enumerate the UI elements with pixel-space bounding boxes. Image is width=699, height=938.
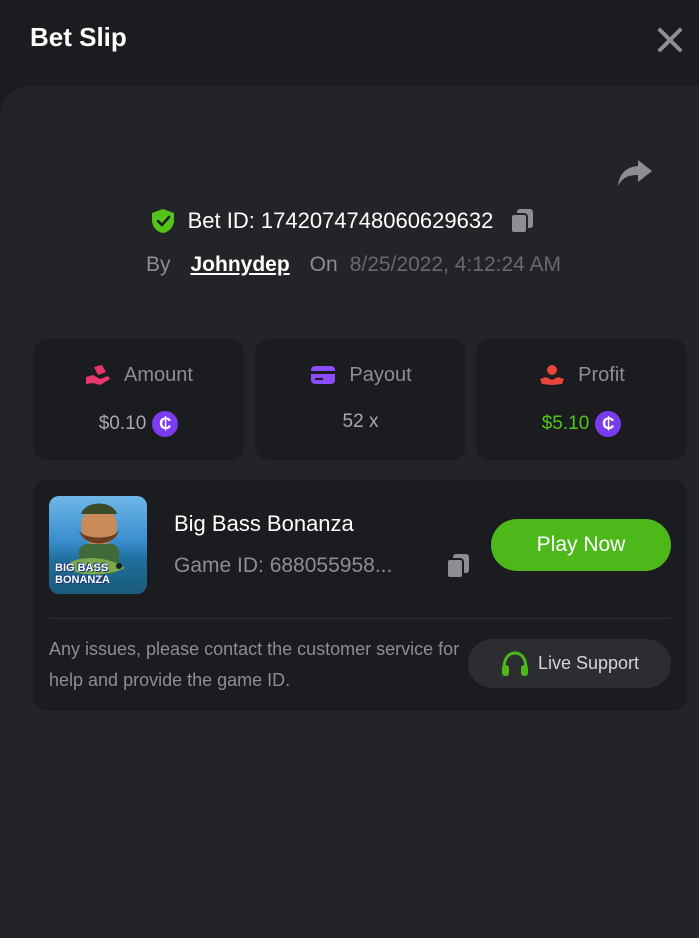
payout-value: 52 x [342,411,379,432]
close-icon[interactable] [654,24,686,56]
on-label: On [309,253,338,276]
copy-icon[interactable] [445,552,471,580]
game-id-value: 688055958... [269,554,393,577]
divider [49,618,671,619]
headset-icon [501,650,528,676]
thumbnail-title: BIG BASS BONANZA [55,562,110,586]
profit-label: Profit [578,363,625,386]
card-icon [311,366,336,384]
bet-id-row: Bet ID: 1742074748060629632 [0,203,699,239]
coin-icon: ₵ [152,411,179,437]
bet-id-label: Bet ID: [187,208,255,233]
amount-card: Amount $0.10 ₵ [33,339,244,460]
live-support-label: Live Support [537,653,640,673]
payout-card: Payout 52 x [255,339,466,460]
hand-profit-icon [540,365,565,385]
support-notice: Any issues, please contact the customer … [49,639,460,690]
bet-date: 8/25/2022, 4:12:24 AM [349,253,562,276]
game-thumbnail[interactable]: BIG BASS BONANZA [49,496,147,594]
hand-coins-icon [86,365,111,385]
game-id: Game ID: 688055958... [174,554,436,578]
game-id-label: Game ID: [174,554,264,577]
username-link[interactable]: Johnydep [190,253,289,277]
game-name: Big Bass Bonanza [174,511,354,536]
copy-icon[interactable] [509,207,535,235]
live-support-button[interactable]: Live Support [468,639,671,688]
game-card: BIG BASS BONANZA Big Bass Bonanza Game I… [33,480,687,711]
verified-shield-icon [151,209,174,233]
header: Bet Slip [0,0,699,86]
profit-value: $5.10 [541,413,590,434]
by-label: By [145,253,171,276]
page-title: Bet Slip [30,22,127,52]
play-now-button[interactable]: Play Now [491,519,671,571]
amount-value: $0.10 [98,413,147,434]
amount-label: Amount [124,363,193,386]
share-icon[interactable] [616,156,654,190]
bet-meta-row: By Johnydep On 8/25/2022, 4:12:24 AM [0,247,699,283]
payout-label: Payout [349,363,412,386]
profit-card: Profit $5.10 ₵ [476,339,687,460]
bet-id-value: 1742074748060629632 [260,208,494,233]
coin-icon: ₵ [595,411,622,437]
